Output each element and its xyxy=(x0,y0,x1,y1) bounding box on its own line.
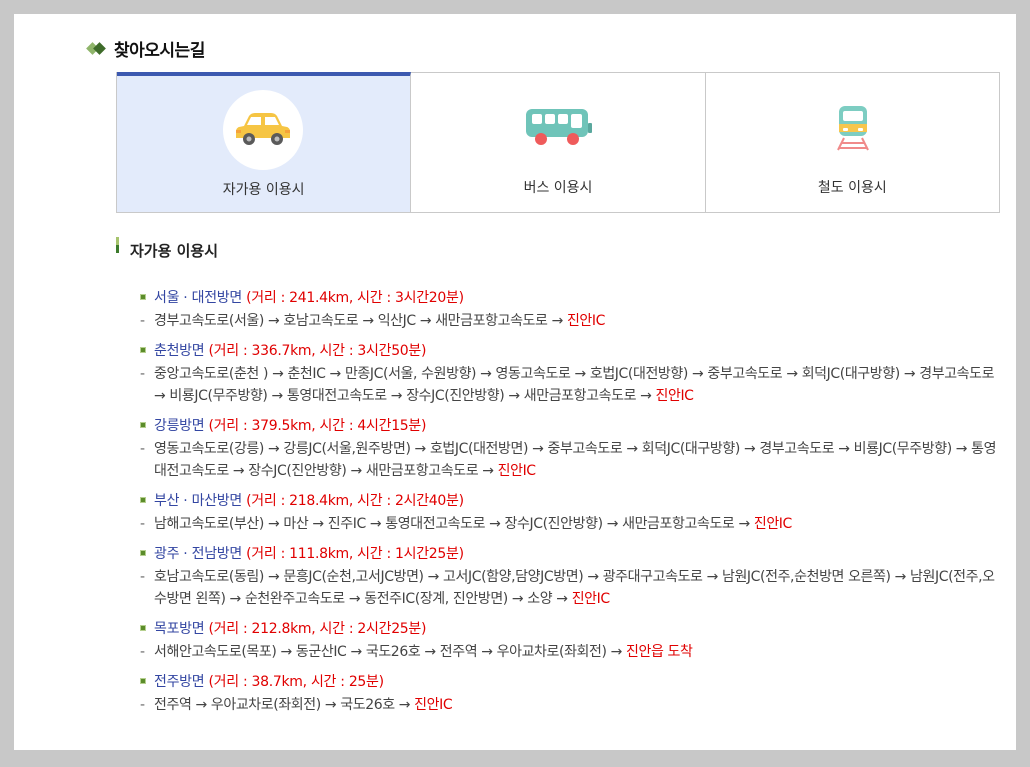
route-distance-time: (거리 : 241.4km, 시간 : 3시간20분) xyxy=(246,290,464,306)
route-path: - 경부고속도로(서울) → 호남고속도로 → 익산JC → 새만금포항고속도로… xyxy=(140,310,1000,332)
route-name: 광주 · 전남방면 xyxy=(154,546,242,562)
route-gangneung: 강릉방면 (거리 : 379.5km, 시간 : 4시간15분) - 영동고속도… xyxy=(140,414,1000,482)
route-path-text: 영동고속도로(강릉) → 강릉JC(서울,원주방면) → 호법JC(대전방면) … xyxy=(154,441,997,479)
route-name: 전주방면 xyxy=(154,674,205,690)
dash-icon: - xyxy=(140,441,145,457)
route-head: 목포방면 (거리 : 212.8km, 시간 : 2시간25분) xyxy=(140,617,1000,641)
route-path-text: 경부고속도로(서울) → 호남고속도로 → 익산JC → 새만금포항고속도로 → xyxy=(154,313,567,329)
dash-icon: - xyxy=(140,313,145,329)
route-path: - 호남고속도로(동림) → 문흥JC(순천,고서JC방면) → 고서JC(함양… xyxy=(140,566,1000,610)
transport-tabs: 자가용 이용시 버스 이용시 철도 이용시 xyxy=(116,72,1000,213)
green-bar-icon xyxy=(116,236,119,253)
sub-title-text: 자가용 이용시 xyxy=(130,242,219,260)
route-head: 부산 · 마산방면 (거리 : 218.4km, 시간 : 2시간40분) xyxy=(140,489,1000,513)
route-head: 광주 · 전남방면 (거리 : 111.8km, 시간 : 1시간25분) xyxy=(140,542,1000,566)
route-path: - 중앙고속도로(춘천 ) → 춘천IC → 만종JC(서울, 수원방향) → … xyxy=(140,363,1000,407)
route-path-text: 서해안고속도로(목포) → 동군산IC → 국도26호 → 전주역 → 우아교차… xyxy=(154,644,626,660)
route-jeonju: 전주방면 (거리 : 38.7km, 시간 : 25분) - 전주역 → 우아교… xyxy=(140,670,1000,716)
content-panel: 찾아오시는길 자가용 이용시 버스 이용시 철도 이용시 자가용 이용시 서울 … xyxy=(14,14,1016,750)
route-list: 서울 · 대전방면 (거리 : 241.4km, 시간 : 3시간20분) - … xyxy=(140,286,1000,723)
square-bullet-icon xyxy=(140,294,146,300)
route-destination: 진안IC xyxy=(414,697,453,713)
route-path-text: 전주역 → 우아교차로(좌회전) → 국도26호 → xyxy=(154,697,415,713)
route-seoul-daejeon: 서울 · 대전방면 (거리 : 241.4km, 시간 : 3시간20분) - … xyxy=(140,286,1000,332)
route-destination: 진안IC xyxy=(571,591,610,607)
route-gwangju-jeonnam: 광주 · 전남방면 (거리 : 111.8km, 시간 : 1시간25분) - … xyxy=(140,542,1000,610)
route-name: 목포방면 xyxy=(154,621,205,637)
route-destination: 진안IC xyxy=(655,388,694,404)
route-name: 부산 · 마산방면 xyxy=(154,493,242,509)
tab-car[interactable]: 자가용 이용시 xyxy=(117,72,412,212)
route-distance-time: (거리 : 111.8km, 시간 : 1시간25분) xyxy=(246,546,464,562)
car-icon-circle xyxy=(223,90,303,170)
square-bullet-icon xyxy=(140,422,146,428)
route-destination: 진안IC xyxy=(753,516,792,532)
section-title-text: 찾아오시는길 xyxy=(114,41,205,61)
route-path: - 영동고속도로(강릉) → 강릉JC(서울,원주방면) → 호법JC(대전방면… xyxy=(140,438,1000,482)
route-head: 강릉방면 (거리 : 379.5km, 시간 : 4시간15분) xyxy=(140,414,1000,438)
route-path: - 서해안고속도로(목포) → 동군산IC → 국도26호 → 전주역 → 우아… xyxy=(140,641,1000,663)
route-name: 서울 · 대전방면 xyxy=(154,290,242,306)
tab-car-label: 자가용 이용시 xyxy=(222,182,305,198)
route-destination: 진안읍 도착 xyxy=(626,644,693,660)
tab-bus[interactable]: 버스 이용시 xyxy=(411,73,706,212)
route-path: - 전주역 → 우아교차로(좌회전) → 국도26호 → 진안IC xyxy=(140,694,1000,716)
route-destination: 진안IC xyxy=(566,313,606,329)
square-bullet-icon xyxy=(140,497,146,503)
route-name: 춘천방면 xyxy=(154,343,205,359)
route-distance-time: (거리 : 212.8km, 시간 : 2시간25분) xyxy=(208,621,427,637)
square-bullet-icon xyxy=(140,678,146,684)
dash-icon: - xyxy=(140,644,145,660)
car-icon xyxy=(236,113,290,145)
route-distance-time: (거리 : 336.7km, 시간 : 3시간50분) xyxy=(208,343,427,359)
square-bullet-icon xyxy=(140,625,146,631)
route-distance-time: (거리 : 379.5km, 시간 : 4시간15분) xyxy=(208,418,427,434)
tab-train-label: 철도 이용시 xyxy=(817,180,887,196)
sub-title: 자가용 이용시 xyxy=(116,236,219,261)
section-title: 찾아오시는길 xyxy=(86,36,205,61)
square-bullet-icon xyxy=(140,347,146,353)
route-destination: 진안IC xyxy=(497,463,536,479)
route-busan-masan: 부산 · 마산방면 (거리 : 218.4km, 시간 : 2시간40분) - … xyxy=(140,489,1000,535)
route-path: - 남해고속도로(부산) → 마산 → 진주IC → 통영대전고속도로 → 장수… xyxy=(140,513,1000,535)
route-distance-time: (거리 : 218.4km, 시간 : 2시간40분) xyxy=(246,493,464,509)
route-head: 서울 · 대전방면 (거리 : 241.4km, 시간 : 3시간20분) xyxy=(140,286,1000,310)
route-head: 전주방면 (거리 : 38.7km, 시간 : 25분) xyxy=(140,670,1000,694)
route-head: 춘천방면 (거리 : 336.7km, 시간 : 3시간50분) xyxy=(140,339,1000,363)
tab-train[interactable]: 철도 이용시 xyxy=(705,73,999,212)
dash-icon: - xyxy=(140,516,145,532)
route-distance-time: (거리 : 38.7km, 시간 : 25분) xyxy=(208,674,384,690)
diamond-bullet-icon xyxy=(86,41,108,56)
tab-bus-label: 버스 이용시 xyxy=(523,180,593,196)
square-bullet-icon xyxy=(140,550,146,556)
dash-icon: - xyxy=(140,697,145,713)
route-path-text: 중앙고속도로(춘천 ) → 춘천IC → 만종JC(서울, 수원방향) → 영동… xyxy=(154,366,995,404)
route-mokpo: 목포방면 (거리 : 212.8km, 시간 : 2시간25분) - 서해안고속… xyxy=(140,617,1000,663)
route-path-text: 남해고속도로(부산) → 마산 → 진주IC → 통영대전고속도로 → 장수JC… xyxy=(154,516,754,532)
train-icon xyxy=(836,106,869,151)
dash-icon: - xyxy=(140,569,145,585)
route-name: 강릉방면 xyxy=(154,418,205,434)
bus-icon xyxy=(526,109,593,145)
dash-icon: - xyxy=(140,366,145,382)
route-chuncheon: 춘천방면 (거리 : 336.7km, 시간 : 3시간50분) - 중앙고속도… xyxy=(140,339,1000,407)
